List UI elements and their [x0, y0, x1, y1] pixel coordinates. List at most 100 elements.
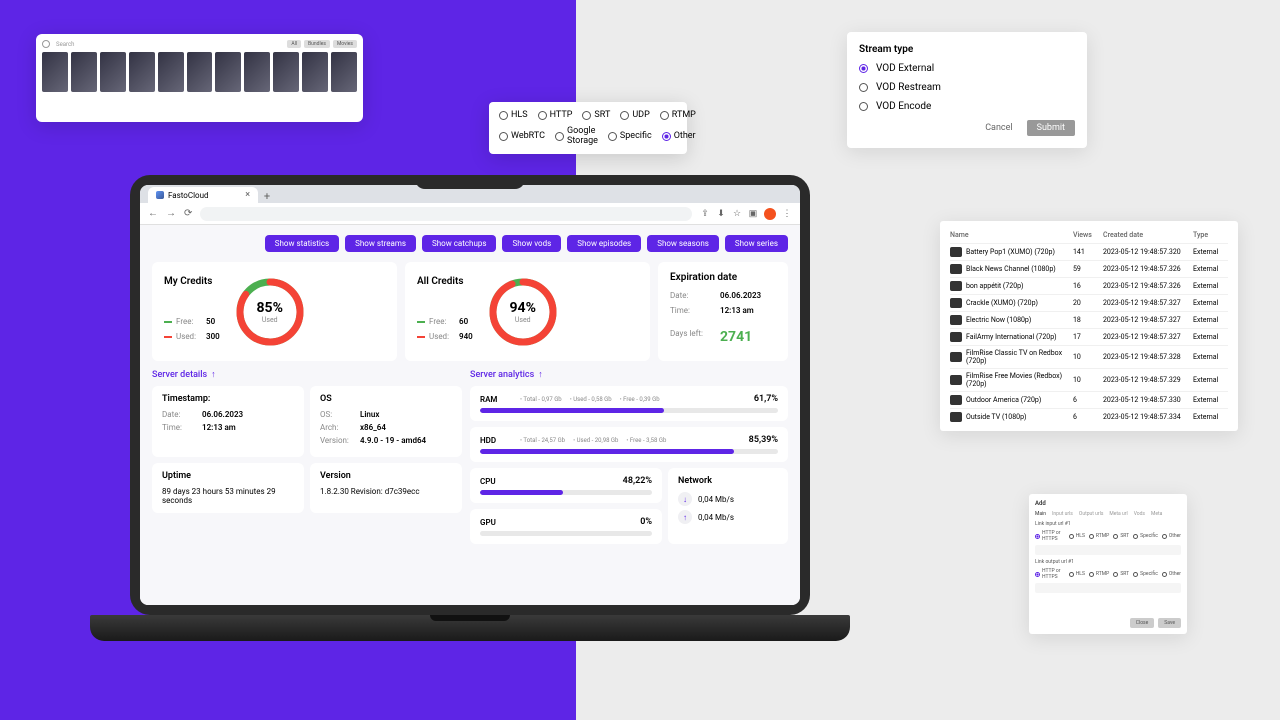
table-row[interactable]: Crackle (XUMO) (720p)202023-05-12 19:48:…	[950, 294, 1228, 311]
movie-poster[interactable]	[187, 52, 213, 92]
tab[interactable]: Output urls	[1079, 511, 1104, 517]
streams-table: Name Views Created date Type Battery Pop…	[940, 221, 1238, 431]
cpu-card: CPU48,22%	[470, 468, 662, 503]
cancel-button[interactable]: Cancel	[979, 120, 1018, 136]
col-header-name[interactable]: Name	[950, 231, 1073, 239]
table-row[interactable]: Outside TV (1080p)62023-05-12 19:48:57.3…	[950, 408, 1228, 425]
protocol-option[interactable]: UDP	[620, 110, 649, 120]
movie-poster[interactable]	[129, 52, 155, 92]
protocol-selector: HLSHTTPSRTUDPRTMP WebRTCGoogle StorageSp…	[489, 102, 687, 154]
table-row[interactable]: Electric Now (1080p)182023-05-12 19:48:5…	[950, 311, 1228, 328]
radio-option[interactable]: HLS	[1069, 530, 1085, 542]
table-row[interactable]: FilmRise Free Movies (Redbox) (720p)1020…	[950, 368, 1228, 391]
filter-tag[interactable]: Movies	[333, 40, 357, 48]
movie-poster[interactable]	[302, 52, 328, 92]
submit-button[interactable]: Submit	[1027, 120, 1075, 136]
movie-poster[interactable]	[158, 52, 184, 92]
tab[interactable]: Meta	[1151, 511, 1162, 517]
share-icon[interactable]: ⇪	[700, 209, 710, 219]
radio-option[interactable]: RTMP	[1089, 530, 1109, 542]
url-input[interactable]	[1035, 583, 1181, 593]
tab[interactable]: Meta url	[1109, 511, 1127, 517]
uptime-card: Uptime 89 days 23 hours 53 minutes 29 se…	[152, 463, 304, 513]
col-header-date[interactable]: Created date	[1103, 231, 1193, 239]
col-header-type[interactable]: Type	[1193, 231, 1228, 239]
bookmark-icon[interactable]: ☆	[732, 209, 742, 219]
os-card: OS OS:Linux Arch:x86_64 Version:4.9.0 - …	[310, 386, 462, 457]
table-row[interactable]: Outdoor America (720p)62023-05-12 19:48:…	[950, 391, 1228, 408]
radio-option[interactable]: Specific	[1133, 568, 1158, 580]
filter-tag[interactable]: Bundles	[304, 40, 330, 48]
usage-donut: 94%Used	[487, 276, 559, 348]
tab[interactable]: Main	[1035, 511, 1046, 517]
movie-poster[interactable]	[42, 52, 68, 92]
section-server-details[interactable]: Server details↑	[152, 369, 462, 380]
download-icon[interactable]: ⬇	[716, 209, 726, 219]
table-row[interactable]: bon appétit (720p)162023-05-12 19:48:57.…	[950, 277, 1228, 294]
extensions-icon[interactable]: ▣	[748, 209, 758, 219]
output-label: Link output url #1	[1035, 559, 1181, 565]
movie-poster[interactable]	[100, 52, 126, 92]
protocol-option[interactable]: SRT	[582, 110, 610, 120]
protocol-option[interactable]: HLS	[499, 110, 528, 120]
movie-poster[interactable]	[273, 52, 299, 92]
radio-option[interactable]: SRT	[1113, 530, 1129, 542]
toolbar-button[interactable]: Show series	[725, 235, 788, 252]
toolbar-button[interactable]: Show episodes	[567, 235, 641, 252]
radio-option[interactable]: Specific	[1133, 530, 1158, 542]
stream-option[interactable]: VOD Encode	[859, 101, 1075, 112]
movie-poster[interactable]	[71, 52, 97, 92]
protocol-option[interactable]: Specific	[608, 126, 652, 146]
toolbar-button[interactable]: Show statistics	[265, 235, 339, 252]
arrow-up-icon: ↑	[211, 369, 216, 380]
radio-option[interactable]: RTMP	[1089, 568, 1109, 580]
protocol-option[interactable]: HTTP	[538, 110, 573, 120]
tab[interactable]: Input urls	[1052, 511, 1073, 517]
protocol-option[interactable]: WebRTC	[499, 126, 545, 146]
save-button[interactable]: Save	[1158, 618, 1181, 628]
laptop-mockup: FastoCloud × + ← → ⟳ ⇪ ⬇ ☆ ▣ ⋮	[130, 175, 810, 655]
gpu-card: GPU0%	[470, 509, 662, 544]
toolbar-button[interactable]: Show streams	[345, 235, 416, 252]
new-tab-button[interactable]: +	[258, 189, 276, 203]
stream-option[interactable]: VOD Restream	[859, 82, 1075, 93]
radio-option[interactable]: Other	[1162, 530, 1181, 542]
tab[interactable]: Vods	[1134, 511, 1145, 517]
forward-button[interactable]: →	[166, 208, 176, 219]
tab-title: FastoCloud	[168, 191, 209, 200]
movie-poster[interactable]	[215, 52, 241, 92]
radio-option[interactable]: SRT	[1113, 568, 1129, 580]
table-row[interactable]: FailArmy International (720p)172023-05-1…	[950, 328, 1228, 345]
radio-option[interactable]: HTTP or HTTPS	[1035, 530, 1065, 542]
browser-tab[interactable]: FastoCloud ×	[148, 187, 258, 203]
radio-option[interactable]: HTTP or HTTPS	[1035, 568, 1065, 580]
table-row[interactable]: FilmRise Classic TV on Redbox (720p)1020…	[950, 345, 1228, 368]
upload-icon: ↑	[678, 510, 692, 524]
radio-option[interactable]: Other	[1162, 568, 1181, 580]
radio-option[interactable]: HLS	[1069, 568, 1085, 580]
filter-tag[interactable]: All	[287, 40, 301, 48]
movie-poster[interactable]	[244, 52, 270, 92]
reload-button[interactable]: ⟳	[184, 208, 192, 219]
table-row[interactable]: Battery Pop1 (XUMO) (720p)1412023-05-12 …	[950, 243, 1228, 260]
protocol-option[interactable]: Other	[662, 126, 696, 146]
protocol-option[interactable]: RTMP	[660, 110, 696, 120]
url-input[interactable]	[1035, 545, 1181, 555]
network-card: Network ↓0,04 Mb/s ↑0,04 Mb/s	[668, 468, 788, 544]
toolbar-button[interactable]: Show catchups	[422, 235, 497, 252]
table-row[interactable]: Black News Channel (1080p)592023-05-12 1…	[950, 260, 1228, 277]
toolbar-button[interactable]: Show seasons	[647, 235, 719, 252]
input-label: Link input url #1	[1035, 521, 1181, 527]
col-header-views[interactable]: Views	[1073, 231, 1103, 239]
close-icon[interactable]: ×	[245, 190, 250, 200]
address-bar[interactable]	[200, 207, 692, 221]
stream-option[interactable]: VOD External	[859, 63, 1075, 74]
close-button[interactable]: Close	[1130, 618, 1155, 628]
back-button[interactable]: ←	[148, 208, 158, 219]
profile-avatar[interactable]	[764, 208, 776, 220]
protocol-option[interactable]: Google Storage	[555, 126, 598, 146]
menu-icon[interactable]: ⋮	[782, 209, 792, 219]
movie-poster[interactable]	[331, 52, 357, 92]
toolbar-button[interactable]: Show vods	[502, 235, 561, 252]
section-server-analytics[interactable]: Server analytics↑	[470, 369, 788, 380]
